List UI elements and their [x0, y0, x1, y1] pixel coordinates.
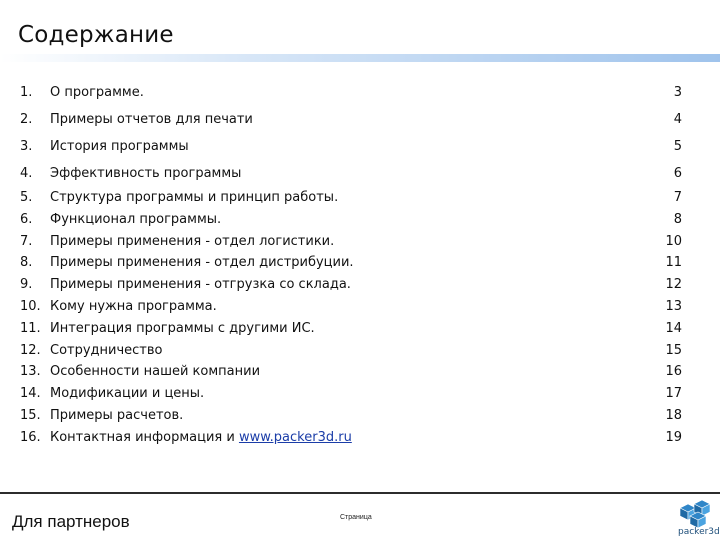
toc-page: 5: [673, 139, 682, 154]
toc-page: 19: [665, 429, 682, 445]
toc-title: Примеры отчетов для печати: [50, 112, 253, 127]
toc-page: 13: [665, 298, 682, 314]
toc-page: 17: [665, 386, 682, 402]
toc-row[interactable]: 15. Примеры расчетов. 18: [20, 405, 690, 427]
toc-page: 7: [673, 190, 682, 205]
toc-title: О программе.: [50, 85, 144, 100]
title-underline: [0, 54, 720, 62]
toc-title: Интеграция программы с другими ИС.: [50, 320, 315, 336]
toc-row[interactable]: 14. Модификации и цены. 17: [20, 383, 690, 405]
toc-title: Функционал программы.: [50, 211, 222, 227]
toc-row[interactable]: 1. О программе. 3: [20, 80, 690, 106]
toc-page: 4: [673, 112, 682, 127]
toc-row[interactable]: 9. Примеры применения - отгрузка со скла…: [20, 274, 690, 296]
toc-row[interactable]: 2. Примеры отчетов для печати 4: [20, 106, 690, 133]
toc-number: 16.: [20, 429, 41, 445]
toc-title: Особенности нашей компании: [50, 364, 261, 380]
toc-title: Примеры применения - отдел дистрибуции.: [50, 255, 354, 271]
toc-title: Модификации и цены.: [50, 386, 205, 402]
logo-text: packer3d: [678, 527, 720, 537]
toc-number: 10.: [20, 298, 41, 314]
toc-title: Контактная информация и www.packer3d.ru: [50, 427, 352, 449]
toc-page: 6: [673, 166, 682, 181]
toc-page: 16: [665, 364, 682, 380]
toc-title: Примеры расчетов.: [50, 407, 184, 423]
toc-number: 7.: [20, 233, 33, 249]
toc-number: 9.: [20, 277, 33, 293]
toc-page: 10: [665, 233, 682, 249]
toc-page: 8: [673, 211, 682, 227]
table-of-contents: 1. О программе. 3 2. Примеры отчетов для…: [20, 80, 690, 449]
toc-row[interactable]: 10. Кому нужна программа. 13: [20, 296, 690, 318]
toc-row[interactable]: 12. Сотрудничество 15: [20, 340, 690, 362]
toc-title: Примеры применения - отдел логистики.: [50, 233, 335, 249]
toc-number: 5.: [20, 190, 33, 205]
toc-number: 3.: [20, 139, 33, 154]
toc-number: 15.: [20, 407, 41, 423]
toc-number: 13.: [20, 364, 41, 380]
toc-row[interactable]: 8. Примеры применения - отдел дистрибуци…: [20, 252, 690, 274]
toc-page: 11: [665, 255, 682, 271]
toc-row[interactable]: 7. Примеры применения - отдел логистики.…: [20, 231, 690, 253]
toc-number: 8.: [20, 255, 33, 271]
toc-number: 1.: [20, 85, 33, 100]
toc-page: 15: [665, 342, 682, 358]
toc-number: 14.: [20, 386, 41, 402]
toc-title: Эффективность программы: [50, 166, 242, 181]
toc-page: 18: [665, 407, 682, 423]
toc-row[interactable]: 11. Интеграция программы с другими ИС. 1…: [20, 318, 690, 340]
toc-row[interactable]: 16. Контактная информация и www.packer3d…: [20, 427, 690, 449]
toc-page: 14: [665, 320, 682, 336]
footer-label: Для партнеров: [12, 512, 130, 531]
toc-title: Кому нужна программа.: [50, 298, 217, 314]
toc-number: 2.: [20, 112, 33, 127]
toc-number: 4.: [20, 166, 33, 181]
toc-number: 11.: [20, 320, 41, 336]
toc-row[interactable]: 6. Функционал программы. 8: [20, 209, 690, 231]
toc-row[interactable]: 3. История программы 5: [20, 133, 690, 160]
toc-page: 3: [673, 85, 682, 100]
footer: Для партнеров Страница packer3d: [0, 492, 720, 540]
footer-page-label: Страница: [340, 514, 372, 521]
toc-row[interactable]: 5. Структура программы и принцип работы.…: [20, 187, 690, 209]
toc-number: 12.: [20, 342, 41, 358]
toc-title-text: Контактная информация и: [50, 429, 239, 445]
toc-title: Структура программы и принцип работы.: [50, 190, 339, 205]
toc-title: Примеры применения - отгрузка со склада.: [50, 277, 351, 293]
toc-number: 6.: [20, 211, 33, 227]
toc-title: Сотрудничество: [50, 342, 163, 358]
website-link[interactable]: www.packer3d.ru: [239, 430, 352, 445]
toc-page: 12: [665, 277, 682, 293]
toc-row[interactable]: 13. Особенности нашей компании 16: [20, 361, 690, 383]
toc-row[interactable]: 4. Эффективность программы 6: [20, 160, 690, 187]
page-title: Содержание: [18, 22, 174, 48]
toc-title: История программы: [50, 139, 189, 154]
